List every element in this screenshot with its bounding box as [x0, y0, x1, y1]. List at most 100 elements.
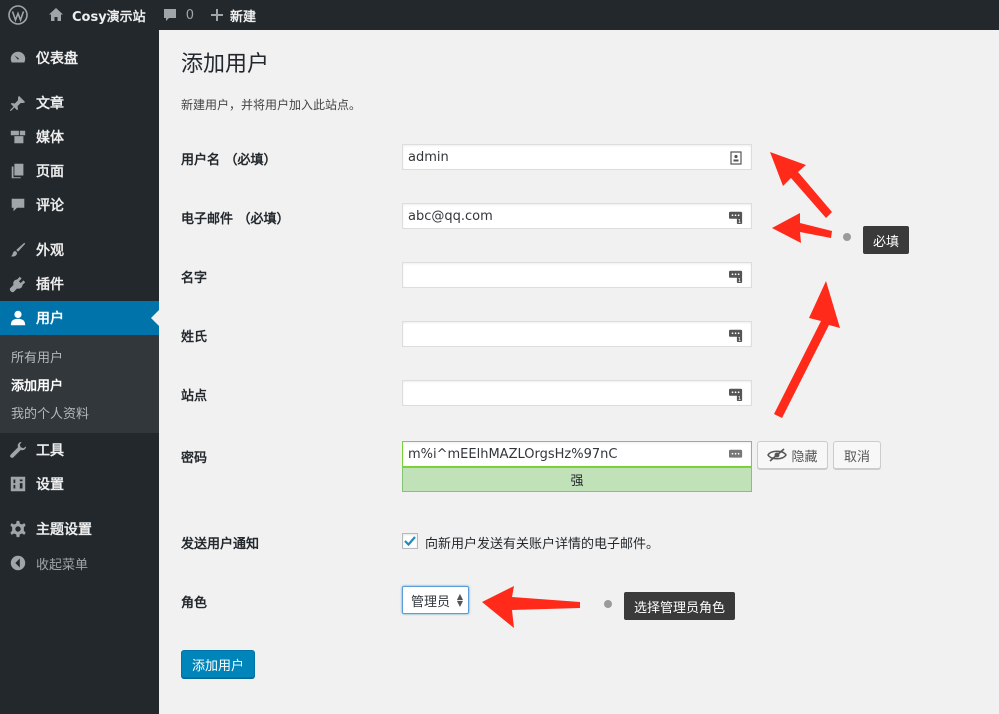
username-input[interactable]: admin [402, 144, 752, 170]
password-manager-icon: 1 [729, 211, 743, 224]
menu-label: 媒体 [36, 130, 64, 146]
users-submenu: 所有用户 添加用户 我的个人资料 [0, 335, 159, 433]
menu-item-users[interactable]: 用户 [0, 301, 159, 335]
cancel-label: 取消 [843, 449, 870, 465]
password-manager-icon: 1 [729, 270, 743, 283]
website-label: 站点 [181, 389, 208, 404]
contact-card-icon [730, 151, 742, 165]
page-icon [8, 161, 28, 181]
svg-text:1: 1 [738, 219, 741, 224]
collapse-icon [8, 553, 28, 573]
gear-icon [8, 519, 28, 539]
strength-label: 强 [570, 474, 584, 489]
menu-label: 收起菜单 [36, 557, 89, 573]
settings-icon [8, 474, 28, 494]
menu-item-theme-settings[interactable]: 主题设置 [0, 512, 159, 546]
password-strength-meter: 强 [402, 467, 752, 492]
pin-icon [8, 93, 28, 113]
brush-icon [8, 240, 28, 260]
firstname-label: 名字 [181, 271, 208, 286]
password-manager-icon: 1 [729, 329, 743, 342]
arrow-to-email [772, 213, 832, 243]
role-select[interactable]: 管理员 ▲ ▼ [402, 586, 469, 614]
lastname-label: 姓氏 [181, 330, 208, 345]
menu-label: 仪表盘 [36, 51, 78, 67]
password-manager-icon [729, 449, 743, 458]
menu-item-dashboard[interactable]: 仪表盘 [0, 41, 159, 75]
user-icon [8, 308, 28, 328]
comments-link[interactable]: 0 [154, 0, 202, 30]
menu-item-plugins[interactable]: 插件 [0, 267, 159, 301]
menu-item-settings[interactable]: 设置 [0, 467, 159, 501]
wordpress-logo[interactable] [0, 0, 36, 30]
svg-text:1: 1 [738, 396, 741, 401]
annotation-dot [843, 233, 851, 241]
password-input[interactable]: m%i^mEElhMAZLOrgsHz%97nC [402, 441, 752, 467]
media-icon [8, 127, 28, 147]
username-value: admin [408, 149, 449, 165]
dashboard-icon [8, 48, 28, 68]
menu-item-tools[interactable]: 工具 [0, 433, 159, 467]
admin-bar: Cosy演示站 0 新建 [0, 0, 999, 30]
hide-password-button[interactable]: 隐藏 [757, 441, 828, 469]
admin-sidebar: 仪表盘 文章 媒体 页面 评论 外观 插件 用户 所有用户 添加用户 我的个人资… [0, 30, 159, 714]
role-label: 角色 [181, 596, 208, 611]
email-label: 电子邮件 （必填） [181, 212, 290, 227]
select-arrows-icon: ▲ ▼ [456, 592, 463, 608]
menu-label: 工具 [36, 443, 64, 459]
plugin-icon [8, 274, 28, 294]
menu-item-media[interactable]: 媒体 [0, 120, 159, 154]
site-name-link[interactable]: Cosy演示站 [36, 0, 154, 30]
notify-label: 发送用户通知 [181, 537, 260, 552]
arrow-to-username [770, 152, 832, 218]
menu-label: 设置 [36, 477, 64, 493]
submenu-my-profile[interactable]: 我的个人资料 [0, 398, 159, 426]
checkmark-icon [404, 536, 416, 547]
role-value: 管理员 [411, 594, 451, 610]
cancel-password-button[interactable]: 取消 [833, 441, 881, 469]
notify-checkbox[interactable] [402, 533, 418, 549]
menu-label: 外观 [36, 243, 64, 259]
menu-item-posts[interactable]: 文章 [0, 86, 159, 120]
website-input[interactable]: 1 [402, 380, 752, 406]
svg-text:1: 1 [738, 337, 741, 342]
menu-item-comments[interactable]: 评论 [0, 188, 159, 222]
submenu-all-users[interactable]: 所有用户 [0, 342, 159, 370]
add-user-label: 添加用户 [191, 658, 244, 674]
arrow-to-fields [774, 281, 840, 418]
comment-bubble-icon [163, 9, 176, 21]
role-annotation: 选择管理员角色 [624, 592, 736, 620]
submenu-add-user[interactable]: 添加用户 [0, 370, 159, 398]
comment-icon [8, 195, 28, 215]
wordpress-icon [8, 5, 28, 25]
svg-text:1: 1 [738, 278, 741, 283]
home-icon [49, 8, 63, 21]
page-title: 添加用户 [181, 52, 270, 77]
add-user-button[interactable]: 添加用户 [181, 650, 255, 678]
firstname-input[interactable]: 1 [402, 262, 752, 288]
password-value: m%i^mEElhMAZLOrgsHz%97nC [408, 446, 618, 462]
new-label: 新建 [229, 9, 256, 25]
eye-slash-icon [767, 448, 788, 462]
email-input[interactable]: abc@qq.com 1 [402, 203, 752, 229]
required-annotation: 必填 [863, 226, 910, 254]
username-label: 用户名 （必填） [181, 153, 277, 168]
wrench-icon [8, 440, 28, 460]
menu-item-appearance[interactable]: 外观 [0, 233, 159, 267]
menu-label: 页面 [36, 164, 64, 180]
menu-label: 插件 [36, 277, 64, 293]
menu-collapse[interactable]: 收起菜单 [0, 546, 159, 580]
arrow-to-role [482, 586, 580, 628]
plus-icon [210, 9, 223, 21]
menu-item-pages[interactable]: 页面 [0, 154, 159, 188]
password-manager-icon: 1 [729, 388, 743, 401]
menu-label: 主题设置 [36, 522, 92, 538]
menu-label: 用户 [36, 311, 64, 327]
notify-text[interactable]: 向新用户发送有关账户详情的电子邮件。 [425, 533, 659, 552]
new-content-link[interactable]: 新建 [202, 0, 264, 30]
password-label: 密码 [181, 451, 208, 466]
lastname-input[interactable]: 1 [402, 321, 752, 347]
hide-label: 隐藏 [791, 449, 818, 465]
email-value: abc@qq.com [408, 208, 493, 224]
menu-label: 评论 [36, 198, 64, 214]
